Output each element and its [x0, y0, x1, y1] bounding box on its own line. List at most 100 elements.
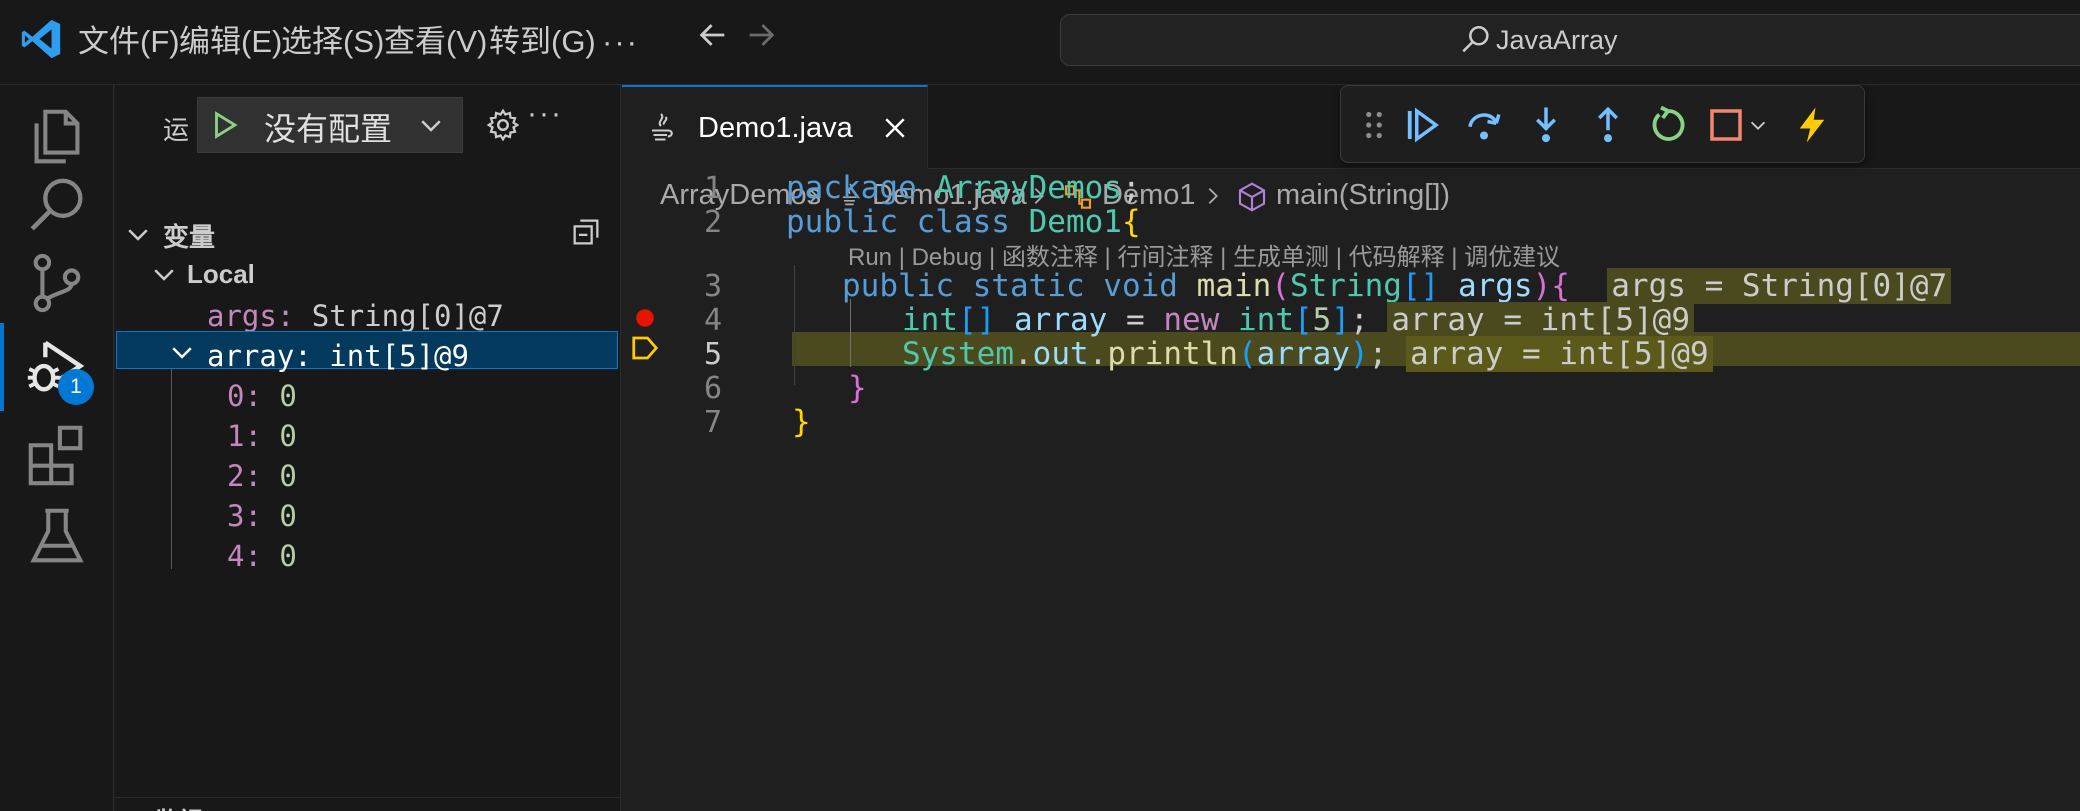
array-item[interactable]: 4: 0	[227, 539, 297, 573]
source-control-icon[interactable]	[22, 248, 92, 318]
tab-demo1-java[interactable]: Demo1.java	[622, 85, 928, 169]
drag-handle-icon[interactable]	[1353, 104, 1395, 146]
step-into-icon[interactable]	[1525, 104, 1567, 146]
menu-edit[interactable]: 编辑(E)	[179, 20, 282, 64]
method-icon	[1238, 182, 1266, 212]
token: }	[848, 370, 867, 406]
close-icon[interactable]	[880, 113, 910, 143]
title-bar: 文件(F) 编辑(E) 选择(S) 查看(V) 转到(G) ··· JavaAr…	[0, 0, 2080, 85]
active-indicator	[0, 323, 4, 411]
token: int	[902, 302, 958, 338]
run-label: 运	[163, 115, 190, 145]
token: ;	[1121, 170, 1141, 206]
line-number: 2	[703, 205, 722, 240]
variables-header[interactable]: 变量	[163, 217, 215, 254]
item-index: 3:	[227, 499, 262, 533]
explorer-icon[interactable]	[22, 103, 92, 173]
scope-local[interactable]: Local	[187, 259, 255, 290]
token: main	[1196, 268, 1272, 304]
back-arrow-icon[interactable]	[696, 18, 730, 52]
menu-selection[interactable]: 选择(S)	[281, 20, 384, 64]
token: println	[1107, 336, 1238, 372]
command-center-search[interactable]: JavaArray	[1060, 14, 2080, 66]
token: public static void	[842, 268, 1178, 304]
more-actions-icon[interactable]: ···	[527, 97, 563, 131]
array-item[interactable]: 1: 0	[227, 419, 297, 453]
continue-icon[interactable]	[1401, 104, 1443, 146]
variable-array[interactable]: array: int[5]@9	[207, 339, 469, 373]
restart-icon[interactable]	[1647, 104, 1689, 146]
chevron-down-icon[interactable]	[1747, 114, 1769, 136]
collapse-all-icon[interactable]	[569, 215, 603, 249]
menu-more[interactable]: ···	[602, 20, 639, 64]
token: ;	[1368, 336, 1388, 372]
debug-config-select[interactable]: 没有配置	[197, 97, 463, 153]
inline-value: array = int[5]@9	[1406, 336, 1713, 372]
menu-file[interactable]: 文件(F)	[78, 20, 180, 64]
token: (	[1237, 336, 1257, 372]
section-divider	[115, 797, 621, 798]
vscode-logo-icon	[21, 19, 61, 59]
code-line-6[interactable]: }	[848, 370, 867, 406]
inline-value: args = String[0]@7	[1607, 268, 1952, 304]
item-index: 1:	[227, 419, 262, 453]
token: [	[1294, 302, 1313, 338]
token: (	[1271, 268, 1290, 304]
search-text: JavaArray	[1496, 25, 1618, 55]
indent-guide	[794, 265, 795, 385]
array-item[interactable]: 2: 0	[227, 459, 297, 493]
editor-area: Demo1.java ArrayDemos Demo1.java Demo1 m…	[622, 85, 2080, 811]
hot-code-replace-icon[interactable]	[1791, 104, 1833, 146]
array-item[interactable]: 0: 0	[227, 379, 297, 413]
forward-arrow-icon[interactable]	[744, 18, 778, 52]
extensions-icon[interactable]	[22, 419, 92, 489]
line-number: 4	[703, 303, 722, 338]
token: .	[1088, 336, 1108, 372]
section-chevron-icon[interactable]	[123, 219, 153, 249]
search-view-icon[interactable]	[22, 172, 92, 242]
codelens[interactable]: Run | Debug | 函数注释 | 行间注释 | 生成单测 | 代码解释 …	[848, 237, 1560, 272]
menu-go[interactable]: 转到(G)	[489, 20, 596, 64]
code-line-7[interactable]: }	[792, 404, 811, 440]
item-value: 0	[279, 379, 297, 413]
menu-view[interactable]: 查看(V)	[384, 20, 487, 64]
step-out-icon[interactable]	[1587, 104, 1629, 146]
local-chevron-icon[interactable]	[149, 259, 179, 289]
item-value: 0	[279, 539, 297, 573]
item-index: 2:	[227, 459, 262, 493]
token: ]	[1331, 302, 1351, 338]
token: int	[1238, 302, 1294, 338]
var-name: array:	[207, 339, 312, 373]
indent-guide	[850, 299, 851, 367]
code-line-2[interactable]: public class Demo1{	[786, 204, 1141, 240]
activity-bar: 1	[0, 85, 114, 811]
item-value: 0	[279, 419, 297, 453]
item-value: 0	[279, 459, 297, 493]
token: out	[1032, 336, 1089, 372]
config-name: 没有配置	[264, 111, 393, 147]
token: }	[792, 404, 811, 440]
code-line-3[interactable]: public static void main(String[] args){ …	[842, 268, 1952, 304]
token: new	[1163, 302, 1220, 338]
code-line-1[interactable]: package ArrayDemos;	[786, 170, 1141, 206]
array-item[interactable]: 3: 0	[227, 499, 297, 533]
variable-args[interactable]: args: String[0]@7	[207, 299, 504, 333]
search-icon	[1462, 25, 1489, 53]
stop-icon[interactable]	[1705, 104, 1747, 146]
gear-icon[interactable]	[485, 107, 521, 143]
debug-toolbar	[1340, 85, 1865, 163]
breadcrumb-chevron-icon	[1208, 188, 1218, 204]
start-debugging-icon[interactable]	[208, 108, 242, 142]
var-value: String[0]@7	[311, 299, 504, 333]
token: )	[1532, 268, 1552, 304]
testing-icon[interactable]	[22, 502, 92, 572]
item-index: 4:	[227, 539, 262, 573]
line-number: 7	[703, 405, 722, 440]
breadcrumb-method[interactable]: main(String[])	[1276, 179, 1450, 212]
array-chevron-icon[interactable]	[167, 337, 197, 367]
watch-header[interactable]: 监视	[155, 801, 203, 811]
step-over-icon[interactable]	[1463, 104, 1505, 146]
code-line-5[interactable]: System.out.println(array); array = int[5…	[902, 336, 1713, 372]
code-line-4[interactable]: int[] array = new int[5]; array = int[5]…	[902, 302, 1694, 338]
item-value: 0	[279, 499, 297, 533]
